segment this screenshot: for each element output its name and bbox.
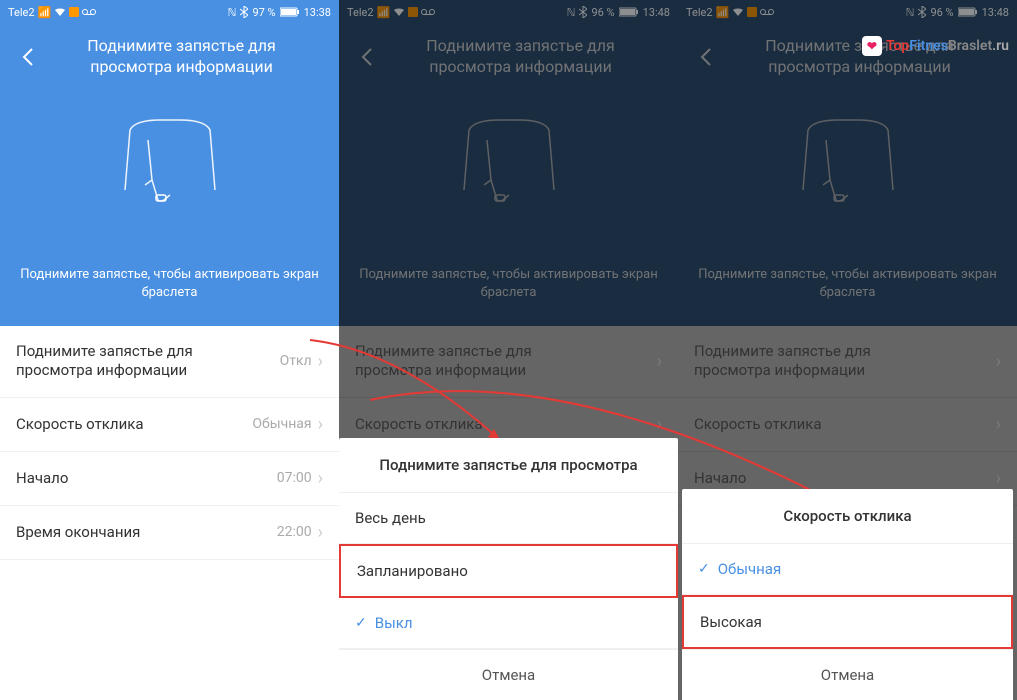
setting-start-time[interactable]: Начало 07:00 › bbox=[0, 452, 339, 506]
sim-icon bbox=[69, 7, 79, 17]
chevron-right-icon: › bbox=[318, 351, 323, 372]
check-icon: ✓ bbox=[355, 615, 367, 631]
bluetooth-icon bbox=[240, 6, 248, 18]
battery-percent: 97 % bbox=[252, 6, 275, 19]
option-high[interactable]: Высокая bbox=[682, 595, 1013, 649]
body-figure-icon bbox=[100, 110, 240, 250]
setting-response-speed[interactable]: Скорость отклика Обычная › bbox=[0, 398, 339, 452]
option-all-day[interactable]: Весь день bbox=[339, 493, 678, 544]
header: Поднимите запястье дляпросмотра информац… bbox=[0, 24, 339, 90]
dialog-title: Скорость отклика bbox=[682, 489, 1013, 544]
back-button[interactable] bbox=[16, 45, 40, 69]
signal-icon: 📶 bbox=[38, 6, 52, 19]
wifi-icon bbox=[54, 7, 66, 17]
page-title: Поднимите запястье дляпросмотра информац… bbox=[40, 36, 323, 78]
chevron-right-icon: › bbox=[318, 468, 323, 489]
cancel-button[interactable]: Отмена bbox=[339, 649, 678, 700]
dialog-title: Поднимите запястье для просмотра bbox=[339, 438, 678, 493]
nfc-icon: ℕ bbox=[228, 6, 237, 19]
hero-text: Поднимите запястье, чтобы активировать э… bbox=[0, 266, 339, 302]
hero-illustration: Поднимите запястье, чтобы активировать э… bbox=[0, 90, 339, 326]
cancel-button[interactable]: Отмена bbox=[682, 649, 1013, 700]
response-speed-dialog: Скорость отклика ✓ Обычная Высокая Отмен… bbox=[682, 489, 1013, 700]
chevron-right-icon: › bbox=[318, 522, 323, 543]
phone-screen-1: Tele2 📶 ℕ 97 % 13:38 Поднимите запястье … bbox=[0, 0, 339, 700]
option-normal[interactable]: ✓ Обычная bbox=[682, 544, 1013, 595]
phone-screen-3: Tele2 📶 ℕ 96 % 13:48 Поднимите запястье … bbox=[678, 0, 1017, 700]
carrier-label: Tele2 bbox=[8, 6, 35, 19]
check-icon: ✓ bbox=[698, 561, 710, 577]
setting-end-time[interactable]: Время окончания 22:00 › bbox=[0, 506, 339, 560]
battery-icon bbox=[280, 7, 300, 17]
option-scheduled[interactable]: Запланировано bbox=[339, 544, 678, 598]
settings-list: Поднимите запястье для просмотра информа… bbox=[0, 326, 339, 700]
voicemail-icon bbox=[82, 8, 96, 16]
phone-screen-2: Tele2 📶 ℕ 96 % 13:48 Поднимите запястье … bbox=[339, 0, 678, 700]
watermark: ❤ TopFitnesBraslet.ru bbox=[862, 36, 1009, 56]
clock-label: 13:38 bbox=[304, 6, 331, 19]
heart-icon: ❤ bbox=[862, 36, 882, 56]
raise-wrist-dialog: Поднимите запястье для просмотра Весь де… bbox=[339, 438, 678, 700]
chevron-right-icon: › bbox=[318, 414, 323, 435]
option-off[interactable]: ✓ Выкл bbox=[339, 598, 678, 649]
status-bar: Tele2 📶 ℕ 97 % 13:38 bbox=[0, 0, 339, 24]
setting-raise-wrist[interactable]: Поднимите запястье для просмотра информа… bbox=[0, 326, 339, 398]
